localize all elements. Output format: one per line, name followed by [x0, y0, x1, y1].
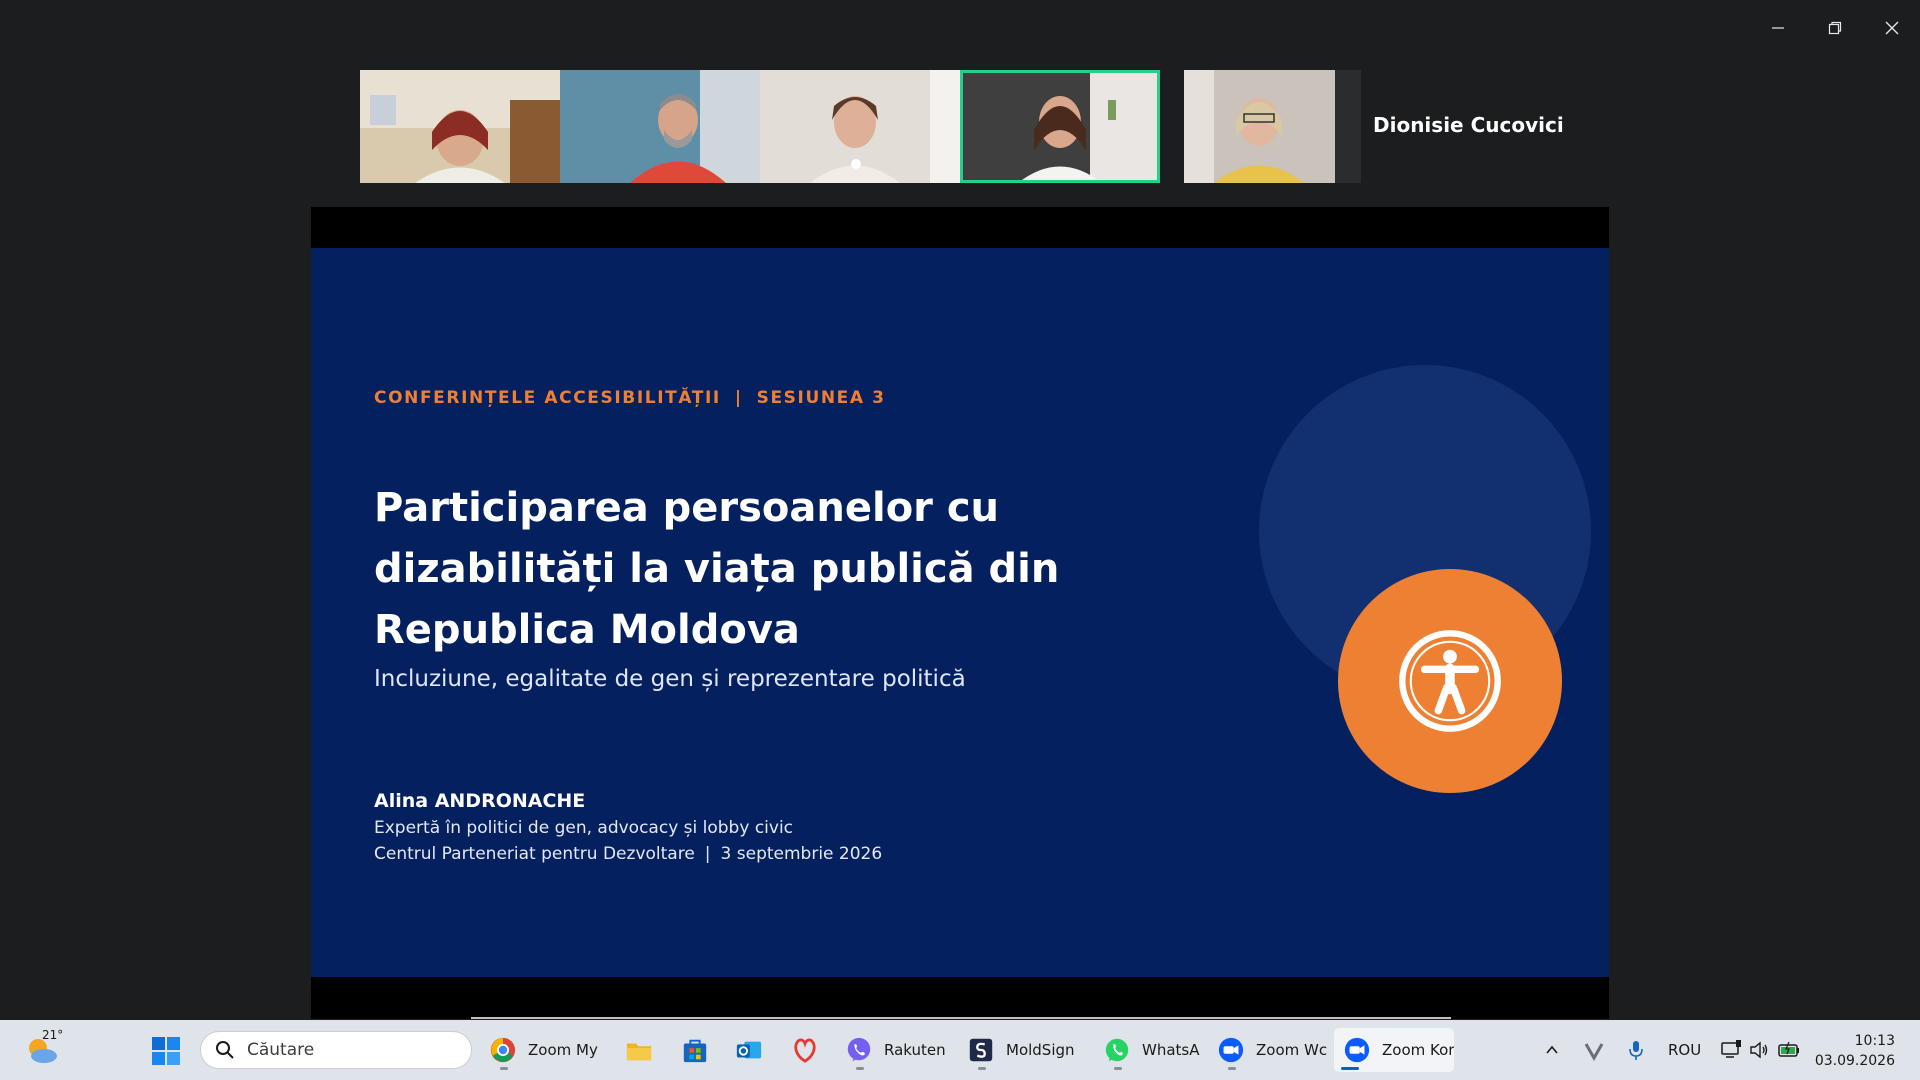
- outlook-icon: [734, 1035, 764, 1065]
- participant-video[interactable]: [360, 70, 560, 183]
- store-icon: [680, 1035, 710, 1065]
- shared-screen: CONFERINȚELE ACCESIBILITĂȚII | SESIUNEA 3 …: [311, 207, 1609, 1019]
- presentation-slide: CONFERINȚELE ACCESIBILITĂȚII | SESIUNEA 3 …: [311, 248, 1609, 977]
- zoom-icon: [1342, 1035, 1372, 1065]
- close-icon: [1885, 21, 1898, 35]
- taskbar-app-label: Zoom Kor: [1382, 1041, 1454, 1059]
- presentation-date: 3 septembrie 2026: [720, 844, 883, 864]
- close-button[interactable]: [1863, 0, 1920, 56]
- participant-video[interactable]: [560, 70, 760, 183]
- presenter-organization: Centrul Parteneriat pentru Dezvoltare | 3 …: [374, 844, 882, 864]
- system-clock[interactable]: 10:13 03.09.2026: [1815, 1031, 1895, 1071]
- taskbar-app-zoom-meeting[interactable]: Zoom Kor: [1334, 1028, 1454, 1072]
- participant-video[interactable]: [760, 70, 960, 183]
- network-icon[interactable]: [1719, 1038, 1743, 1062]
- restore-icon: [1828, 21, 1841, 35]
- running-indicator: [1228, 1067, 1236, 1070]
- slide-kicker: CONFERINȚELE ACCESIBILITĂȚII | SESIUNEA 3: [374, 388, 886, 408]
- taskbar-app-whatsapp[interactable]: WhatsA: [1102, 1028, 1216, 1072]
- slide-title: Participarea persoanelor cu dizabilități…: [374, 485, 1060, 653]
- volume-icon[interactable]: [1747, 1038, 1771, 1062]
- slide-subtitle: Incluziune, egalitate de gen și reprezen…: [374, 666, 966, 692]
- taskbar-app-chrome[interactable]: Zoom My I: [488, 1028, 602, 1072]
- taskbar-app-label: Zoom Wc: [1256, 1041, 1328, 1059]
- taskbar-app[interactable]: [790, 1028, 820, 1072]
- minimize-button[interactable]: [1749, 0, 1806, 56]
- vpn-icon[interactable]: [1582, 1038, 1606, 1062]
- taskbar-app-outlook[interactable]: [734, 1028, 764, 1072]
- session-label: SESIUNEA 3: [756, 388, 886, 408]
- taskbar-app-store[interactable]: [680, 1028, 710, 1072]
- app-icon: [790, 1035, 820, 1065]
- battery-icon[interactable]: [1777, 1038, 1801, 1062]
- name-tile: [1335, 70, 1361, 183]
- taskbar: 21° Căutare Zoom My I Rakuten MoldSign I…: [0, 1020, 1920, 1080]
- strip-gap: [1160, 70, 1184, 183]
- window-controls: [1749, 0, 1920, 56]
- taskbar-app-moldsign[interactable]: MoldSign I: [966, 1028, 1080, 1072]
- presenter-name: Alina ANDRONACHE: [374, 790, 586, 812]
- org-separator: |: [704, 844, 711, 864]
- file-explorer-icon: [624, 1035, 654, 1065]
- taskbar-app-label: Rakuten: [884, 1041, 946, 1059]
- search-icon: [216, 1041, 234, 1059]
- input-language[interactable]: ROU: [1668, 1041, 1701, 1059]
- clock-time: 10:13: [1854, 1033, 1895, 1049]
- taskbar-app-viber[interactable]: Rakuten: [844, 1028, 958, 1072]
- running-indicator: [856, 1067, 864, 1070]
- search-placeholder: Căutare: [247, 1040, 315, 1060]
- microphone-icon[interactable]: [1624, 1038, 1648, 1062]
- accessibility-badge: [1338, 569, 1562, 793]
- screen-progress-bar: [471, 1017, 1451, 1019]
- taskbar-app-label: WhatsA: [1142, 1041, 1200, 1059]
- organization-name: Centrul Parteneriat pentru Dezvoltare: [374, 844, 695, 864]
- chevron-up-icon[interactable]: [1540, 1038, 1564, 1062]
- running-indicator: [1114, 1067, 1122, 1070]
- presenter-role: Expertă în politici de gen, advocacy și …: [374, 818, 794, 838]
- whatsapp-icon: [1102, 1035, 1132, 1065]
- moldsign-icon: [966, 1035, 996, 1065]
- taskbar-app-file-explorer[interactable]: [624, 1028, 654, 1072]
- taskbar-search[interactable]: Căutare: [200, 1031, 472, 1069]
- active-speaker-name: Dionisie Cucovici: [1373, 113, 1564, 137]
- running-indicator: [500, 1067, 508, 1070]
- clock-date: 03.09.2026: [1814, 1053, 1895, 1069]
- participant-video[interactable]: [1184, 70, 1335, 183]
- minimize-icon: [1771, 27, 1784, 29]
- viber-icon: [844, 1035, 874, 1065]
- conference-name: CONFERINȚELE ACCESIBILITĂȚII: [374, 388, 721, 408]
- participant-video-active-speaker[interactable]: [960, 70, 1160, 183]
- weather-temperature: 21°: [42, 1028, 64, 1042]
- restore-button[interactable]: [1806, 0, 1863, 56]
- accessibility-icon: [1399, 630, 1501, 732]
- chrome-icon: [488, 1035, 518, 1065]
- active-indicator: [1341, 1067, 1359, 1070]
- taskbar-app-zoom-workplace[interactable]: Zoom Wc: [1216, 1028, 1330, 1072]
- running-indicator: [978, 1067, 986, 1070]
- kicker-separator: |: [734, 388, 743, 408]
- system-tray: ROU: [1540, 1020, 1801, 1080]
- start-button[interactable]: [151, 1036, 181, 1066]
- taskbar-app-label: Zoom My I: [528, 1041, 602, 1059]
- taskbar-app-label: MoldSign I: [1006, 1041, 1080, 1059]
- zoom-icon: [1216, 1035, 1246, 1065]
- participant-strip: [360, 70, 1361, 183]
